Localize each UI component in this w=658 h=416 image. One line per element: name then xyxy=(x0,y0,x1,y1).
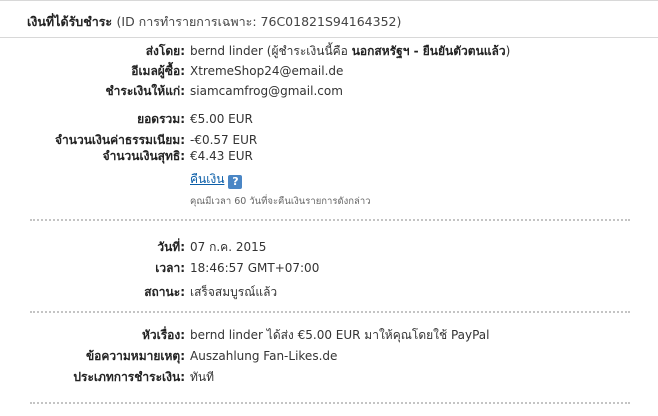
status-row: สถานะ: เสร็จสมบูรณ์แล้ว xyxy=(0,283,658,301)
buyer-email-value: XtremeShop24@email.de xyxy=(190,64,344,78)
buyer-email-label: อีเมลผู้ซื้อ: xyxy=(131,64,185,78)
sender-detail-suffix: ) xyxy=(505,44,511,58)
transaction-header: เงินที่ได้รับชำระ (ID การทำรายการเฉพาะ: … xyxy=(0,0,658,38)
subject-label: หัวเรื่อง: xyxy=(141,328,185,342)
refund-row: คืนเงิน? xyxy=(0,170,658,189)
date-row: วันที่: 07 ก.ค. 2015 xyxy=(0,238,658,256)
buyer-email-row: อีเมลผู้ซื้อ: XtremeShop24@email.de xyxy=(0,62,658,80)
status-label: สถานะ: xyxy=(144,285,185,299)
total-label: ยอดรวม: xyxy=(137,112,185,126)
note-value: Auszahlung Fan-Likes.de xyxy=(190,349,338,363)
net-value: €4.43 EUR xyxy=(190,149,253,163)
paid-to-row: ชำระเงินให้แก่: siamcamfrog@gmail.com xyxy=(0,82,658,100)
payment-type-row: ประเภทการชำระเงิน: ทันที xyxy=(0,368,658,386)
date-label: วันที่: xyxy=(157,240,185,254)
time-row: เวลา: 18:46:57 GMT+07:00 xyxy=(0,259,658,277)
paid-to-label: ชำระเงินให้แก่: xyxy=(105,84,185,98)
question-mark-icon[interactable]: ? xyxy=(228,175,243,189)
date-value: 07 ก.ค. 2015 xyxy=(190,240,267,254)
time-value: 18:46:57 GMT+07:00 xyxy=(190,261,320,275)
sender-label: ส่งโดย: xyxy=(145,44,185,58)
total-row: ยอดรวม: €5.00 EUR xyxy=(0,110,658,128)
header-title: เงินที่ได้รับชำระ (ID การทำรายการเฉพาะ: … xyxy=(27,12,401,32)
payment-type-label: ประเภทการชำระเงิน: xyxy=(73,370,185,384)
transaction-id: (ID การทำรายการเฉพาะ: 76C01821S94164352) xyxy=(116,14,402,29)
section-divider xyxy=(30,402,630,404)
time-label: เวลา: xyxy=(155,261,185,275)
net-row: จำนวนเงินสุทธิ: €4.43 EUR xyxy=(0,147,658,165)
sender-row: ส่งโดย: bernd linder (ผู้ชำระเงินนี้คือ … xyxy=(0,42,658,60)
sender-name: bernd linder xyxy=(190,44,263,58)
paid-to-value: siamcamfrog@gmail.com xyxy=(190,84,343,98)
sender-verified-status: นอกสหรัฐฯ - ยืนยันตัวตนแล้ว xyxy=(351,44,506,58)
subject-value: bernd linder ได้ส่ง €5.00 EUR มาให้คุณโด… xyxy=(190,328,490,342)
refund-note: คุณมีเวลา 60 วันที่จะคืนเงินรายการดังกล่… xyxy=(190,196,371,207)
sender-detail-prefix: (ผู้ชำระเงินนี้คือ xyxy=(266,44,348,58)
sender-value: bernd linder (ผู้ชำระเงินนี้คือ นอกสหรัฐ… xyxy=(190,42,510,60)
total-value: €5.00 EUR xyxy=(190,112,253,126)
note-row: ข้อความหมายเหตุ: Auszahlung Fan-Likes.de xyxy=(0,347,658,365)
refund-link[interactable]: คืนเงิน xyxy=(190,172,224,186)
header-title-text: เงินที่ได้รับชำระ xyxy=(27,14,113,29)
refund-container: คืนเงิน? xyxy=(190,170,243,189)
net-label: จำนวนเงินสุทธิ: xyxy=(102,149,185,163)
subject-row: หัวเรื่อง: bernd linder ได้ส่ง €5.00 EUR… xyxy=(0,326,658,344)
note-label: ข้อความหมายเหตุ: xyxy=(85,349,185,363)
payment-type-value: ทันที xyxy=(190,370,215,384)
section-divider xyxy=(30,219,630,221)
status-value: เสร็จสมบูรณ์แล้ว xyxy=(190,285,278,299)
section-divider xyxy=(30,311,630,313)
